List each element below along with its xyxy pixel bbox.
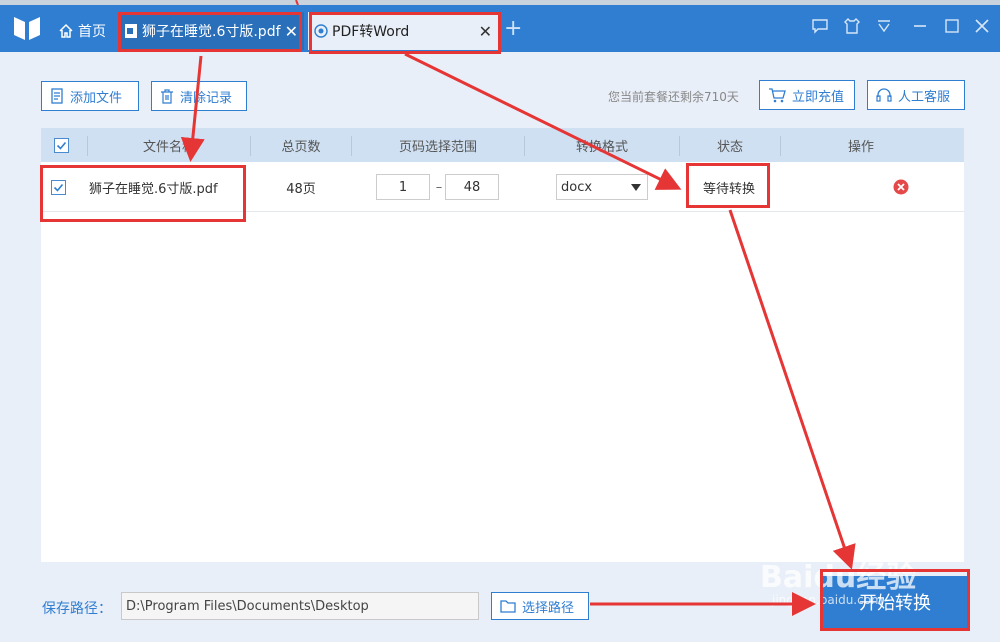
customer-service-label: 人工客服 [898,89,951,105]
col-pages: 总页数 [281,139,321,155]
new-tab-icon[interactable]: + [504,16,522,41]
add-file-label: 添加文件 [70,90,123,106]
annotation-box-start [820,569,970,631]
recharge-label: 立即充值 [792,89,845,105]
trash-icon [161,89,173,104]
window-top-strip [0,0,1000,5]
choose-path-label: 选择路径 [522,600,575,616]
range-to-cell: 48 [445,162,499,212]
save-path-field[interactable]: D:\Program Files\Documents\Desktop [121,592,479,620]
select-all-checkbox[interactable] [53,137,69,153]
choose-path-button[interactable]: 选择路径 [491,592,589,620]
col-page-range: 页码选择范围 [398,139,477,155]
table-header: 文件名称 总页数 页码选择范围 转换格式 状态 操作 [41,128,964,162]
range-from-cell: 1 [376,162,430,212]
tab-home[interactable]: 首页 [58,12,114,50]
delete-cell [893,162,909,212]
range-from-input[interactable]: 1 [376,174,430,200]
annotation-box-file-tab [118,12,302,52]
folder-icon [500,600,516,613]
col-status: 状态 [716,139,743,155]
chevron-down-icon [631,184,641,191]
select-all-cell [51,128,71,162]
home-icon [59,23,73,38]
col-filename: 文件名称 [142,139,195,155]
format-cell: docx [556,162,648,212]
range-separator: – [435,179,443,195]
maximize-icon[interactable] [942,16,962,36]
col-format: 转换格式 [575,139,628,155]
clear-records-label: 清除记录 [180,90,233,106]
format-select[interactable]: docx [556,174,648,200]
annotation-box-active-tab [309,12,501,54]
cart-icon [769,88,786,103]
customer-service-button[interactable]: 人工客服 [867,80,965,110]
remaining-days-text: 您当前套餐还剩余710天 [608,90,739,104]
range-to-input[interactable]: 48 [445,174,499,200]
annotation-box-status [686,163,770,208]
close-window-icon[interactable] [972,16,992,36]
app-logo-icon [14,17,40,40]
format-select-value: docx [561,179,593,195]
save-path-label: 保存路径： [42,601,112,617]
row-pages: 48页 [286,181,316,197]
annotation-box-filename [40,165,246,222]
skin-icon[interactable] [842,16,862,36]
menu-dropdown-icon[interactable] [874,16,894,36]
minimize-icon[interactable] [910,16,930,36]
recharge-button[interactable]: 立即充值 [759,80,855,110]
delete-icon[interactable] [893,179,909,195]
add-file-button[interactable]: 添加文件 [41,81,139,111]
check-icon [56,141,66,150]
col-actions: 操作 [847,139,874,155]
feedback-icon[interactable] [810,16,830,36]
clear-records-button[interactable]: 清除记录 [151,81,247,111]
headset-icon [876,88,892,102]
document-icon [51,88,63,104]
tab-home-label: 首页 [78,24,106,40]
